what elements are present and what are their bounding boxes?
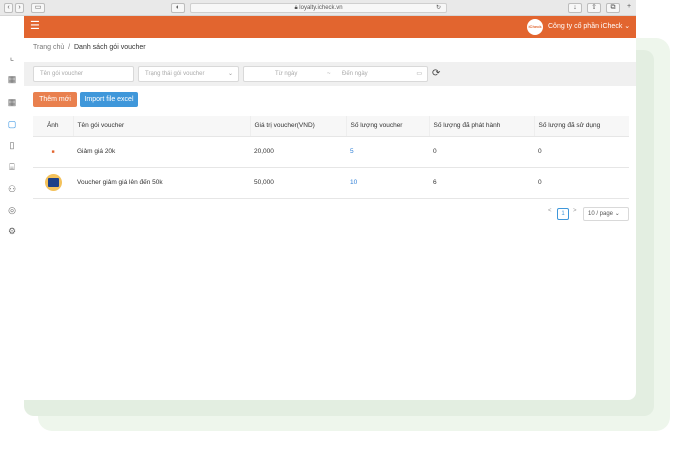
voucher-value: 20,000	[250, 136, 346, 168]
column-header-used: Số lượng đã sử dụng	[534, 116, 629, 137]
chart-icon[interactable]: ⌞	[6, 51, 18, 63]
pagination-prev-button[interactable]: <	[548, 208, 552, 214]
settings-icon[interactable]: ⚙	[6, 225, 18, 237]
chevron-down-icon: ⌄	[624, 23, 631, 30]
sidebar: ⌞ ▦ ▦ ▢ ▯ ⌸ ⚇ ◎ ⚙	[0, 16, 24, 400]
company-menu[interactable]: Công ty cổ phần iCheck ⌄	[548, 22, 630, 30]
chevron-down-icon: ⌄	[614, 211, 620, 217]
voucher-quantity-link[interactable]: 5	[346, 136, 429, 168]
voucher-image: ■	[51, 149, 55, 155]
date-range-picker[interactable]: Từ ngày ~ Đến ngày ▭	[243, 66, 428, 82]
back-icon[interactable]: ‹	[4, 3, 13, 13]
filter-bar: Tên gói voucher Trạng thái gói voucher ⌄ …	[24, 62, 636, 86]
address-bar[interactable]: 🔒︎ loyalty.icheck.vn ↻	[190, 3, 447, 13]
screen: ‹ › ▭ ◐ 🔒︎ loyalty.icheck.vn ↻ ↓ ⇧ ⧉ + ⌞ …	[0, 0, 673, 450]
voucher-issued: 0	[429, 136, 534, 168]
chevron-down-icon: ⌄	[227, 71, 233, 77]
share-icon[interactable]: ⇧	[587, 3, 601, 13]
column-header-image: Ảnh	[33, 116, 74, 137]
grid-icon[interactable]: ▦	[6, 73, 18, 85]
users-icon[interactable]: ⚇	[6, 183, 18, 195]
import-excel-button[interactable]: Import file excel	[80, 92, 138, 107]
voucher-icon[interactable]: ▢	[6, 118, 18, 130]
date-range-separator: ~	[327, 71, 331, 77]
column-header-quantity: Số lượng voucher	[346, 116, 430, 137]
pagination-page-1[interactable]: 1	[557, 208, 569, 220]
download-icon[interactable]: ↓	[568, 3, 582, 13]
reload-icon[interactable]: ↻	[436, 4, 441, 12]
table-row[interactable]: Voucher giảm giá lên đến 50k 50,000 10 6…	[33, 167, 629, 199]
sidebar-toggle-icon[interactable]: ▭	[31, 3, 45, 13]
voucher-table: Ảnh Tên gói voucher Giá trị voucher(VND)…	[33, 116, 629, 199]
voucher-quantity-link[interactable]: 10	[346, 167, 429, 199]
column-header-value: Giá trị voucher(VND)	[250, 116, 347, 137]
calendar-icon: ▭	[416, 71, 422, 77]
voucher-used: 0	[534, 167, 629, 199]
voucher-name: Voucher giảm giá lên đến 50k	[73, 167, 250, 199]
breadcrumb: Trang chủ / Danh sách gói voucher	[33, 44, 146, 51]
breadcrumb-separator: /	[68, 44, 71, 51]
add-voucher-button[interactable]: Thêm mới	[33, 92, 77, 107]
voucher-thumbnail	[33, 167, 73, 199]
browser-toolbar: ‹ › ▭ ◐ 🔒︎ loyalty.icheck.vn ↻ ↓ ⇧ ⧉ +	[0, 0, 636, 16]
menu-icon[interactable]: ☰	[30, 20, 40, 33]
tabs-icon[interactable]: ⧉	[606, 3, 620, 13]
new-tab-icon[interactable]: +	[624, 3, 634, 13]
page-size-select[interactable]: 10 / page ⌄	[583, 207, 629, 221]
company-name: Công ty cổ phần iCheck	[548, 23, 623, 30]
status-select-placeholder: Trạng thái gói voucher	[145, 71, 205, 77]
breadcrumb-home[interactable]: Trang chủ	[33, 44, 64, 51]
name-search-input[interactable]: Tên gói voucher	[33, 66, 134, 82]
voucher-thumbnail: ■	[33, 136, 73, 168]
privacy-icon[interactable]: ◐	[171, 3, 185, 13]
date-to-placeholder: Đến ngày	[342, 71, 368, 77]
voucher-value: 50,000	[250, 167, 346, 199]
voucher-issued: 6	[429, 167, 534, 199]
column-header-name: Tên gói voucher	[73, 116, 251, 137]
voucher-image	[44, 174, 62, 191]
grid-icon[interactable]: ▦	[6, 96, 18, 108]
app-header: ☰ iCheck Công ty cổ phần iCheck ⌄	[24, 16, 636, 38]
pagination-next-button[interactable]: >	[573, 208, 577, 214]
coin-icon[interactable]: ◎	[6, 204, 18, 216]
browser-window: ‹ › ▭ ◐ 🔒︎ loyalty.icheck.vn ↻ ↓ ⇧ ⧉ + ⌞ …	[0, 0, 636, 400]
table-header-row: Ảnh Tên gói voucher Giá trị voucher(VND)…	[33, 116, 629, 137]
table-row[interactable]: ■ Giảm giá 20k 20,000 5 0 0	[33, 136, 629, 168]
gift-icon[interactable]: ⌸	[6, 161, 18, 173]
document-icon[interactable]: ▯	[6, 139, 18, 151]
refresh-icon[interactable]: ⟳	[432, 68, 440, 80]
status-select[interactable]: Trạng thái gói voucher ⌄	[138, 66, 239, 82]
company-logo: iCheck	[527, 19, 543, 35]
date-from-placeholder: Từ ngày	[275, 71, 298, 77]
voucher-used: 0	[534, 136, 629, 168]
breadcrumb-current: Danh sách gói voucher	[74, 44, 146, 51]
name-search-placeholder: Tên gói voucher	[40, 71, 84, 77]
page-size-value: 10 / page	[588, 211, 614, 217]
voucher-name: Giảm giá 20k	[73, 136, 250, 168]
address-text: loyalty.icheck.vn	[299, 5, 343, 11]
column-header-issued: Số lượng đã phát hành	[429, 116, 535, 137]
forward-icon[interactable]: ›	[15, 3, 24, 13]
